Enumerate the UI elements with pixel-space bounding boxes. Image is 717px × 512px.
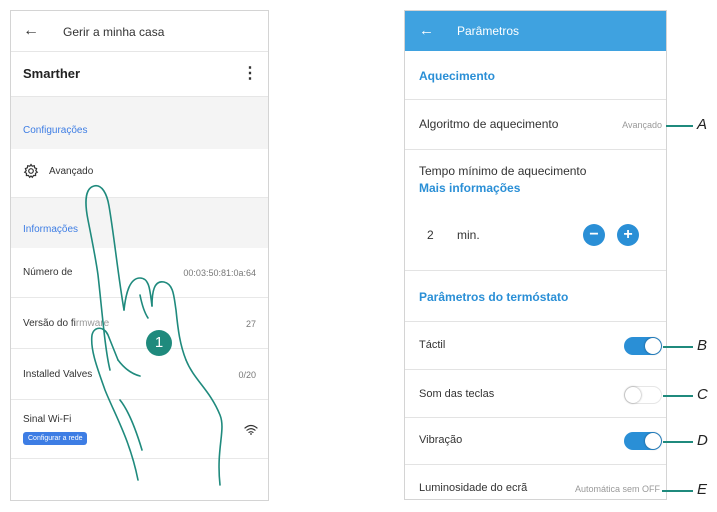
algorithm-value: Avançado: [622, 120, 662, 130]
row-value: 0/20: [238, 370, 256, 380]
divider: [405, 464, 666, 465]
vibration-label: Vibração: [419, 434, 463, 446]
section-configuracoes: Configurações: [11, 97, 268, 149]
touch-label: Táctil: [419, 339, 446, 351]
arrow-left-icon[interactable]: ←: [23, 22, 39, 40]
divider: [405, 369, 666, 370]
advanced-label: Avançado: [49, 166, 94, 177]
key-sound-toggle[interactable]: [624, 386, 662, 404]
parameters-header: ← Parâmetros: [405, 11, 666, 51]
increase-button[interactable]: +: [617, 224, 639, 246]
min-time-unit: min.: [457, 228, 480, 242]
algorithm-label: Algoritmo de aquecimento: [419, 117, 559, 131]
section-heating-title: Aquecimento: [419, 69, 496, 83]
gear-icon: [23, 163, 39, 184]
callout-line: [662, 490, 693, 492]
row-value: 27: [245, 319, 256, 329]
right-phone-screen: ← Parâmetros Aquecimento Algoritmo de aq…: [404, 10, 667, 500]
wifi-icon: [244, 422, 258, 440]
section-thermostat-title: Parâmetros do termóstato: [419, 290, 569, 304]
step-badge: 1: [146, 330, 172, 356]
toggle-knob: [645, 338, 661, 354]
device-name: Smarther: [23, 66, 81, 81]
arrow-left-icon[interactable]: ←: [419, 22, 434, 39]
vibration-toggle[interactable]: [624, 432, 662, 450]
brightness-label: Luminosidade do ecrã: [419, 482, 528, 494]
more-info-link[interactable]: Mais informações: [419, 181, 520, 195]
toggle-knob: [645, 433, 661, 449]
callout-line: [663, 395, 693, 397]
callout-b: B: [697, 337, 708, 354]
left-header: ← Gerir a minha casa: [11, 11, 268, 52]
min-time-value: 2: [427, 228, 434, 242]
divider: [405, 321, 666, 322]
device-header: Smarther ⋮: [11, 52, 268, 97]
pointing-hand-illustration: [85, 184, 223, 486]
key-sound-label: Som das teclas: [419, 388, 495, 400]
callout-line: [663, 441, 693, 443]
callout-c: C: [697, 386, 708, 403]
callout-line: [663, 346, 693, 348]
min-time-label: Tempo mínimo de aquecimento: [419, 164, 587, 178]
brightness-value: Automática sem OFF: [574, 484, 660, 494]
divider: [405, 99, 666, 100]
callout-e: E: [697, 481, 708, 498]
divider: [405, 417, 666, 418]
divider: [405, 149, 666, 150]
callout-line: [666, 125, 693, 127]
touch-toggle[interactable]: [624, 337, 662, 355]
page-title: Gerir a minha casa: [63, 25, 165, 39]
section-title: Configurações: [23, 125, 88, 136]
page-title: Parâmetros: [457, 24, 520, 38]
callout-a: A: [697, 116, 708, 133]
kebab-menu-icon[interactable]: ⋮: [242, 63, 258, 83]
decrease-button[interactable]: −: [583, 224, 605, 246]
toggle-knob: [625, 387, 641, 403]
divider: [405, 270, 666, 271]
callout-d: D: [697, 432, 708, 449]
